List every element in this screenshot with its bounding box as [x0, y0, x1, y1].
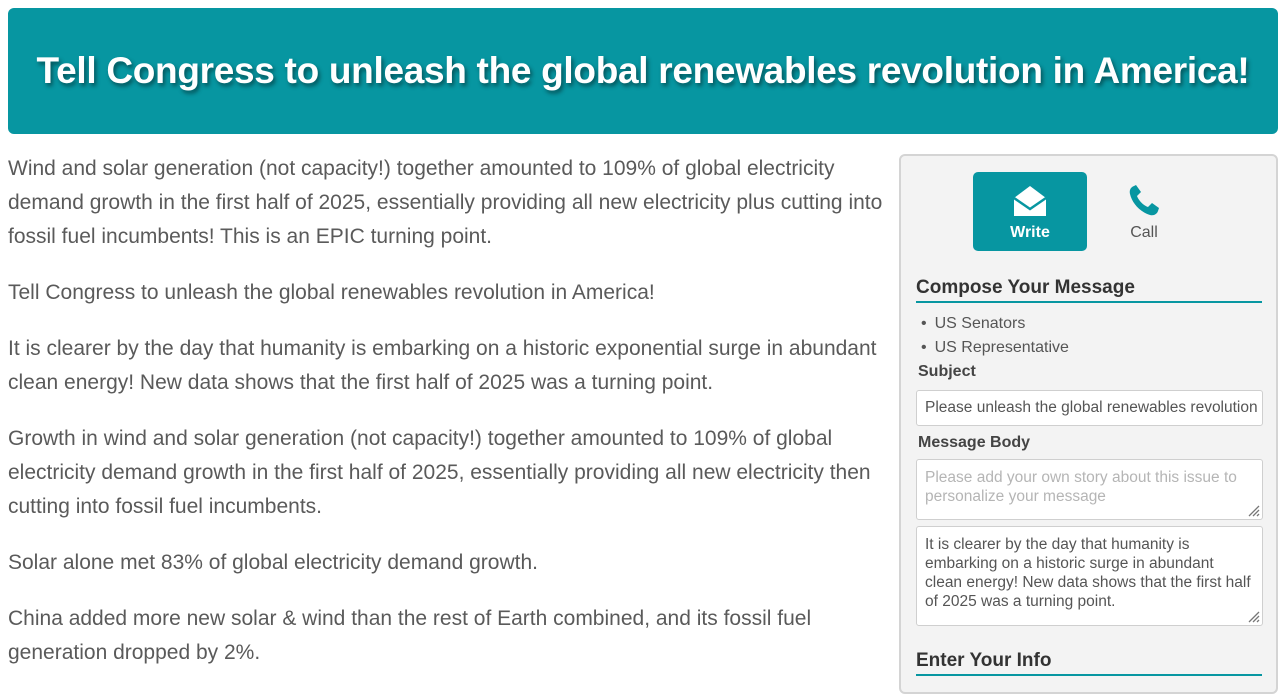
- tab-write-label: Write: [1010, 223, 1050, 241]
- article-paragraph: Wind and solar generation (not capacity!…: [8, 157, 883, 248]
- article-paragraph: Tell Congress to unleash the global rene…: [8, 281, 655, 304]
- message-body-text: It is clearer by the day that humanity i…: [925, 536, 1251, 610]
- article-body: Wind and solar generation (not capacity!…: [8, 152, 883, 692]
- tab-write[interactable]: Write: [973, 172, 1087, 251]
- personal-story-placeholder: Please add your own story about this iss…: [925, 469, 1237, 505]
- resize-grip-icon[interactable]: [1246, 609, 1260, 623]
- recipient-item: US Representative: [921, 336, 1069, 360]
- personal-story-textarea[interactable]: Please add your own story about this iss…: [916, 459, 1263, 520]
- tab-call-label: Call: [1130, 223, 1158, 241]
- action-panel: Write Call Compose Your Message US Senat…: [899, 154, 1278, 694]
- envelope-icon: [1012, 182, 1048, 220]
- article-paragraph: Solar alone met 83% of global electricit…: [8, 551, 538, 574]
- message-body-textarea[interactable]: It is clearer by the day that humanity i…: [916, 526, 1263, 626]
- recipient-list: US Senators US Representative: [921, 312, 1069, 360]
- phone-icon: [1126, 182, 1162, 220]
- article-paragraph: It is clearer by the day that humanity i…: [8, 337, 877, 394]
- tab-call[interactable]: Call: [1087, 172, 1201, 251]
- article-paragraph: China added more new solar & wind than t…: [8, 607, 812, 664]
- action-tabs: Write Call: [973, 172, 1201, 251]
- resize-grip-icon[interactable]: [1246, 503, 1260, 517]
- header-banner: Tell Congress to unleash the global rene…: [8, 8, 1278, 134]
- page-title: Tell Congress to unleash the global rene…: [36, 50, 1250, 91]
- subject-label: Subject: [918, 363, 976, 380]
- info-heading: Enter Your Info: [916, 650, 1262, 676]
- article-paragraph: Growth in wind and solar generation (not…: [8, 427, 871, 518]
- recipient-item: US Senators: [921, 312, 1069, 336]
- compose-heading: Compose Your Message: [916, 277, 1262, 303]
- subject-input[interactable]: Please unleash the global renewables rev…: [916, 390, 1263, 426]
- message-body-label: Message Body: [918, 434, 1031, 451]
